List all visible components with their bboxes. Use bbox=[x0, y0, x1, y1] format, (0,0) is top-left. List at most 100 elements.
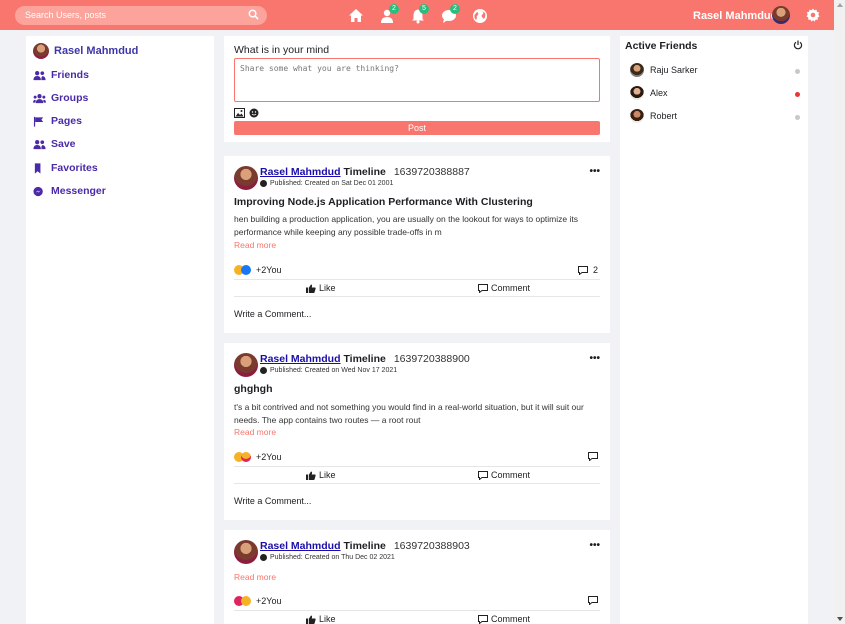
comment-button[interactable]: Comment bbox=[478, 614, 530, 624]
messages-button[interactable]: 2 bbox=[441, 4, 460, 24]
avatar bbox=[33, 43, 49, 59]
comment-input[interactable]: Write a Comment... bbox=[234, 496, 311, 506]
friend-item[interactable]: Alex bbox=[630, 86, 668, 100]
author-avatar[interactable] bbox=[234, 540, 258, 564]
sidebar-item-friends[interactable]: Friends bbox=[33, 69, 89, 81]
avatar bbox=[630, 63, 644, 77]
read-more-link[interactable]: Read more bbox=[234, 240, 276, 250]
profile-avatar[interactable] bbox=[772, 6, 790, 24]
status-dot bbox=[795, 69, 800, 74]
scroll-up-arrow[interactable] bbox=[837, 3, 843, 7]
reactions-summary[interactable]: +2You bbox=[234, 596, 281, 606]
sidebar-item-groups[interactable]: Groups bbox=[33, 92, 88, 104]
group-icon bbox=[33, 93, 46, 103]
globe-icon[interactable] bbox=[472, 8, 488, 24]
post-title: ghghgh bbox=[234, 383, 273, 395]
post-header: Rasel Mahmdud Timeline 1639720388903 Publ… bbox=[234, 540, 470, 564]
reactions-summary[interactable]: +2You bbox=[234, 265, 281, 275]
comment-icon bbox=[478, 470, 488, 480]
status-dot bbox=[795, 92, 800, 97]
friend-item[interactable]: Robert bbox=[630, 109, 677, 123]
published-date: Published: Created on Thu Dec 02 2021 bbox=[270, 554, 395, 561]
post-id: 1639720388903 bbox=[393, 540, 470, 552]
post-type: Timeline bbox=[343, 166, 386, 178]
globe-icon bbox=[260, 367, 267, 374]
comment-label: Comment bbox=[491, 614, 531, 624]
comment-icon bbox=[588, 596, 598, 605]
left-sidebar: Rasel Mahmdud Friends Groups Pages Save … bbox=[26, 36, 214, 624]
post-textarea[interactable]: Share some what you are thinking? bbox=[234, 58, 600, 102]
post-id: 1639720388900 bbox=[393, 353, 470, 365]
published-date: Published: Created on Wed Nov 17 2021 bbox=[270, 367, 398, 374]
reactions-count: +2You bbox=[256, 265, 282, 275]
author-avatar[interactable] bbox=[234, 166, 258, 190]
bookmark-icon bbox=[34, 162, 41, 174]
page-scrollbar[interactable] bbox=[834, 0, 845, 624]
search-icon[interactable] bbox=[248, 9, 259, 20]
published-date: Published: Created on Sat Dec 01 2001 bbox=[270, 180, 394, 187]
flag-icon bbox=[33, 116, 44, 127]
reactions-count: +2You bbox=[256, 452, 282, 462]
sidebar-item-pages[interactable]: Pages bbox=[33, 115, 82, 127]
globe-icon bbox=[260, 180, 267, 187]
author-link[interactable]: Rasel Mahmdud bbox=[260, 166, 341, 178]
comment-count[interactable] bbox=[588, 452, 598, 461]
post-header: Rasel Mahmdud Timeline 1639720388900 Publ… bbox=[234, 353, 470, 377]
power-icon[interactable] bbox=[793, 40, 803, 50]
sidebar-item-save[interactable]: Save bbox=[33, 138, 76, 150]
globe-icon bbox=[260, 554, 267, 561]
friend-requests-button[interactable]: 2 bbox=[380, 4, 399, 24]
sidebar-item-messenger[interactable]: Messenger bbox=[33, 185, 106, 197]
comment-button[interactable]: Comment bbox=[478, 470, 530, 480]
post-type: Timeline bbox=[343, 540, 386, 552]
author-avatar[interactable] bbox=[234, 353, 258, 377]
post-textarea-placeholder: Share some what you are thinking? bbox=[240, 64, 399, 73]
thumbs-up-icon bbox=[306, 284, 316, 293]
profile-name[interactable]: Rasel Mahmdud bbox=[693, 10, 777, 22]
friend-item[interactable]: Raju Sarker bbox=[630, 63, 698, 77]
like-reaction-icon bbox=[241, 265, 251, 275]
divider bbox=[234, 279, 600, 280]
notifications-button[interactable]: 5 bbox=[410, 4, 429, 24]
post-button[interactable]: Post bbox=[234, 121, 600, 135]
active-friends-panel: Active Friends Raju Sarker Alex Robert bbox=[620, 36, 808, 624]
post-options-button[interactable]: ••• bbox=[589, 166, 600, 177]
sidebar-item-label: Favorites bbox=[51, 162, 98, 174]
search-input[interactable]: Search Users, posts bbox=[25, 10, 106, 20]
messenger-icon bbox=[33, 186, 43, 196]
comment-icon bbox=[478, 614, 488, 624]
status-dot bbox=[795, 115, 800, 120]
like-button[interactable]: Like bbox=[306, 470, 336, 480]
read-more-link[interactable]: Read more bbox=[234, 572, 276, 582]
read-more-link[interactable]: Read more bbox=[234, 427, 276, 437]
scroll-down-arrow[interactable] bbox=[837, 617, 843, 621]
image-icon[interactable] bbox=[234, 108, 245, 118]
users-icon bbox=[33, 139, 46, 149]
gear-icon[interactable] bbox=[806, 8, 820, 22]
post-id: 1639720388887 bbox=[393, 166, 470, 178]
sidebar-profile-link[interactable]: Rasel Mahmdud bbox=[33, 43, 138, 59]
friends-badge: 2 bbox=[389, 4, 399, 14]
comment-button[interactable]: Comment bbox=[478, 283, 530, 293]
author-link[interactable]: Rasel Mahmdud bbox=[260, 353, 341, 365]
search-box[interactable]: Search Users, posts bbox=[15, 6, 267, 25]
post-options-button[interactable]: ••• bbox=[589, 540, 600, 551]
like-button[interactable]: Like bbox=[306, 614, 336, 624]
emoji-icon[interactable] bbox=[249, 108, 259, 118]
reactions-summary[interactable]: +2You bbox=[234, 452, 281, 462]
comment-input[interactable]: Write a Comment... bbox=[234, 309, 311, 319]
like-button[interactable]: Like bbox=[306, 283, 336, 293]
post-card: Rasel Mahmdud Timeline 1639720388903 Publ… bbox=[224, 530, 610, 624]
home-icon[interactable] bbox=[348, 8, 364, 24]
comment-count[interactable]: 2 bbox=[577, 265, 598, 275]
comment-label: Comment bbox=[491, 283, 531, 293]
author-link[interactable]: Rasel Mahmdud bbox=[260, 540, 341, 552]
comment-count[interactable] bbox=[588, 596, 598, 605]
post-text: t's a bit contrived and not something yo… bbox=[234, 402, 584, 425]
sidebar-item-label: Save bbox=[51, 138, 76, 150]
sidebar-item-label: Messenger bbox=[51, 185, 106, 197]
sidebar-item-favorites[interactable]: Favorites bbox=[33, 162, 98, 174]
post-type: Timeline bbox=[343, 353, 386, 365]
post-options-button[interactable]: ••• bbox=[589, 353, 600, 364]
like-label: Like bbox=[319, 470, 336, 480]
